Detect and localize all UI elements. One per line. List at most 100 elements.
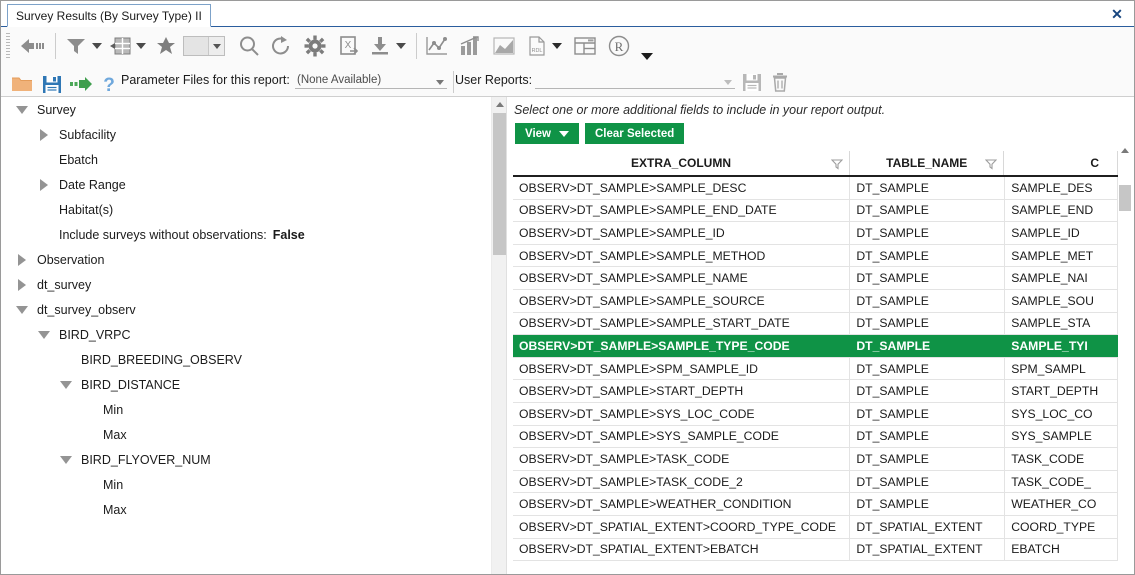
registered-r-icon[interactable]: R — [605, 31, 633, 61]
filter-icon-table-name[interactable] — [985, 158, 997, 170]
rdl-dropdown-caret[interactable] — [549, 31, 565, 61]
table-row[interactable]: OBSERV>DT_SAMPLE>SAMPLE_TYPE_CODEDT_SAMP… — [513, 335, 1118, 358]
column-header-extra-column[interactable]: EXTRA_COLUMN — [513, 151, 850, 175]
panel-hint-text: Select one or more additional fields to … — [514, 103, 885, 117]
table-row[interactable]: OBSERV>DT_SAMPLE>SYS_SAMPLE_CODEDT_SAMPL… — [513, 426, 1118, 449]
tree-item[interactable]: dt_survey_observ — [2, 297, 472, 322]
table-row[interactable]: OBSERV>DT_SAMPLE>TASK_CODEDT_SAMPLETASK_… — [513, 448, 1118, 471]
tree-item[interactable]: Observation — [2, 247, 472, 272]
tree-spacer — [38, 209, 50, 210]
line-chart-icon[interactable] — [423, 31, 451, 61]
scroll-up-icon[interactable] — [492, 97, 507, 112]
tree-item[interactable]: dt_survey — [2, 272, 472, 297]
back-arrow-icon[interactable] — [15, 31, 49, 61]
table-row[interactable]: OBSERV>DT_SAMPLE>WEATHER_CONDITIONDT_SAM… — [513, 493, 1118, 516]
table-cell-extra-column: OBSERV>DT_SAMPLE>TASK_CODE_2 — [513, 471, 850, 493]
grid-dropdown-caret[interactable] — [133, 31, 149, 61]
grid-vertical-scrollbar[interactable] — [1118, 143, 1132, 574]
toolbar-combo[interactable] — [183, 36, 225, 56]
parameter-files-dropdown[interactable]: (None Available) — [295, 71, 447, 89]
tree-item[interactable]: Max — [2, 497, 472, 522]
table-cell-c: EBATCH — [1005, 539, 1118, 561]
tree-item[interactable]: Min — [2, 397, 472, 422]
user-reports-dropdown[interactable] — [535, 71, 735, 89]
table-row[interactable]: OBSERV>DT_SAMPLE>SAMPLE_SOURCEDT_SAMPLES… — [513, 290, 1118, 313]
table-row[interactable]: OBSERV>DT_SAMPLE>SAMPLE_END_DATEDT_SAMPL… — [513, 200, 1118, 223]
bar-chart-icon[interactable] — [456, 31, 484, 61]
view-dropdown-caret[interactable] — [559, 131, 569, 137]
tree-item[interactable]: BIRD_BREEDING_OBSERV — [2, 347, 472, 372]
tree-item[interactable]: Date Range — [2, 172, 472, 197]
table-row[interactable]: OBSERV>DT_SPATIAL_EXTENT>COORD_TYPE_CODE… — [513, 516, 1118, 539]
save-icon[interactable] — [39, 69, 65, 99]
toolbar-combo-caret[interactable] — [208, 37, 224, 55]
export-excel-icon[interactable]: X — [335, 31, 363, 61]
download-dropdown-caret[interactable] — [393, 31, 409, 61]
view-button[interactable]: View — [515, 123, 579, 144]
tree-item[interactable]: Max — [2, 422, 472, 447]
clear-selected-button[interactable]: Clear Selected — [585, 123, 684, 144]
tree-item[interactable]: Min — [2, 472, 472, 497]
chevron-right-icon[interactable] — [18, 279, 26, 291]
tree-item[interactable]: Ebatch — [2, 147, 472, 172]
grid-scroll-up-icon[interactable] — [1118, 143, 1132, 157]
table-row[interactable]: OBSERV>DT_SAMPLE>SYS_LOC_CODEDT_SAMPLESY… — [513, 403, 1118, 426]
tree-spacer — [82, 434, 94, 435]
tab-survey-results[interactable]: Survey Results (By Survey Type) II — [7, 4, 211, 27]
gear-icon[interactable] — [301, 31, 329, 61]
tree-item[interactable]: Include surveys without observations:Fal… — [2, 222, 472, 247]
save-report-icon[interactable] — [739, 67, 765, 97]
tree-item-label: Min — [103, 478, 123, 492]
tree-item[interactable]: Survey — [2, 97, 472, 122]
table-row[interactable]: OBSERV>DT_SAMPLE>SAMPLE_START_DATEDT_SAM… — [513, 313, 1118, 336]
chevron-down-icon[interactable] — [16, 306, 28, 314]
table-row[interactable]: OBSERV>DT_SAMPLE>SAMPLE_IDDT_SAMPLESAMPL… — [513, 222, 1118, 245]
tree-item[interactable]: Subfacility — [2, 122, 472, 147]
area-chart-icon[interactable] — [490, 31, 518, 61]
left-panel-scrollbar[interactable] — [491, 97, 506, 574]
close-icon[interactable]: ✕ — [1106, 4, 1128, 24]
table-row[interactable]: OBSERV>DT_SAMPLE>SAMPLE_METHODDT_SAMPLES… — [513, 245, 1118, 268]
trash-icon[interactable] — [767, 67, 793, 97]
rdl-report-icon[interactable]: RDL — [525, 31, 549, 61]
filter-icon-extra-column[interactable] — [831, 158, 843, 170]
chevron-down-icon[interactable] — [60, 456, 72, 464]
tree-item[interactable]: BIRD_VRPC — [2, 322, 472, 347]
chevron-down-icon[interactable] — [60, 381, 72, 389]
chevron-down-icon[interactable] — [16, 106, 28, 114]
grid-insert-icon[interactable] — [107, 31, 133, 61]
refresh-icon[interactable] — [267, 31, 295, 61]
pin-icon[interactable] — [151, 31, 179, 61]
table-row[interactable]: OBSERV>DT_SAMPLE>START_DEPTHDT_SAMPLESTA… — [513, 380, 1118, 403]
table-row[interactable]: OBSERV>DT_SAMPLE>SPM_SAMPLE_IDDT_SAMPLES… — [513, 358, 1118, 381]
table-row[interactable]: OBSERV>DT_SPATIAL_EXTENT>EBATCHDT_SPATIA… — [513, 539, 1118, 562]
chevron-down-icon[interactable] — [433, 80, 447, 88]
grid-body: OBSERV>DT_SAMPLE>SAMPLE_DESCDT_SAMPLESAM… — [513, 177, 1118, 561]
left-scrollbar-thumb[interactable] — [493, 113, 506, 255]
download-icon[interactable] — [367, 31, 393, 61]
user-reports-chevron-icon[interactable] — [721, 80, 735, 88]
table-row[interactable]: OBSERV>DT_SAMPLE>TASK_CODE_2DT_SAMPLETAS… — [513, 471, 1118, 494]
run-arrow-icon[interactable] — [67, 69, 95, 99]
tree-item[interactable]: Habitat(s) — [2, 197, 472, 222]
toolbar-grip — [6, 33, 10, 59]
column-header-c[interactable]: C — [1004, 151, 1118, 175]
grid-scrollbar-thumb[interactable] — [1119, 185, 1131, 211]
chevron-right-icon[interactable] — [40, 179, 48, 191]
filter-dropdown-caret[interactable] — [89, 31, 105, 61]
layout-icon[interactable] — [571, 31, 599, 61]
panel-button-row: View Clear Selected — [515, 123, 684, 144]
folder-open-icon[interactable] — [9, 69, 35, 99]
chevron-down-icon[interactable] — [38, 331, 50, 339]
application-window: Survey Results (By Survey Type) II ✕ — [0, 0, 1135, 575]
help-question-icon[interactable]: ? — [97, 69, 121, 99]
tree-item[interactable]: BIRD_DISTANCE — [2, 372, 472, 397]
tree-item[interactable]: BIRD_FLYOVER_NUM — [2, 447, 472, 472]
column-header-table-name[interactable]: TABLE_NAME — [850, 151, 1004, 175]
table-row[interactable]: OBSERV>DT_SAMPLE>SAMPLE_NAMEDT_SAMPLESAM… — [513, 267, 1118, 290]
chevron-right-icon[interactable] — [40, 129, 48, 141]
search-icon[interactable] — [235, 31, 263, 61]
filter-icon[interactable] — [63, 31, 89, 61]
table-row[interactable]: OBSERV>DT_SAMPLE>SAMPLE_DESCDT_SAMPLESAM… — [513, 177, 1118, 200]
chevron-right-icon[interactable] — [18, 254, 26, 266]
